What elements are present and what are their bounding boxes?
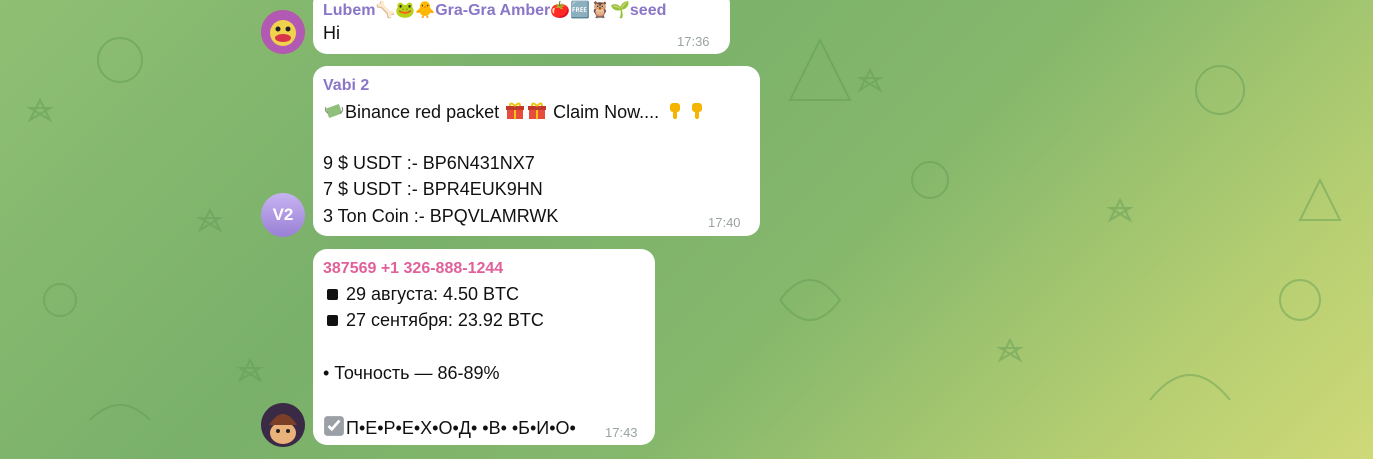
message-bubble[interactable]: Lubem🦴🐸🐥Gra-Gra Amber🍅🆓🦉🌱seed Hi 17:36 [313, 0, 730, 54]
monkey-avatar-icon [261, 10, 305, 54]
message-text-line: 3 Ton Coin :- BPQVLAMRWK [323, 206, 559, 226]
message-text-line: П•Е•Р•Е•Х•О•Д• •В• •Б•И•О• [323, 415, 576, 439]
gift-icon [506, 102, 525, 119]
message-bubble[interactable]: Vabi 2 Binance red packet Claim Now.... … [313, 66, 760, 236]
message-text-line: 9 $ USDT :- BP6N431NX7 [323, 153, 535, 173]
message-time: 17:43 [605, 425, 638, 440]
cartoon-avatar-icon [261, 403, 305, 447]
message-text-line: 29 августа: 4.50 BTC [323, 284, 519, 305]
black-square-icon [327, 314, 338, 326]
avatar[interactable] [261, 10, 305, 54]
gift-icon [528, 102, 547, 119]
check-box-icon [324, 416, 344, 436]
money-wings-icon [324, 104, 344, 118]
message-text-line: • Точность — 86-89% [323, 363, 500, 383]
avatar[interactable] [261, 403, 305, 447]
sender-name[interactable]: Lubem🦴🐸🐥Gra-Gra Amber🍅🆓🦉🌱seed [323, 0, 666, 20]
black-square-icon [327, 288, 338, 300]
message-bubble[interactable]: 387569 +1 326-888-1244 29 августа: 4.50 … [313, 249, 655, 445]
message-time: 17:40 [708, 215, 741, 230]
message-time: 17:36 [677, 34, 710, 49]
point-down-icon [692, 103, 703, 119]
avatar-initials: V2 [272, 205, 294, 224]
message-text-line: 7 $ USDT :- BPR4EUK9HN [323, 179, 543, 199]
message-text-line: 27 сентября: 23.92 BTC [323, 310, 544, 331]
avatar[interactable]: V2 [261, 193, 305, 237]
message-text-line: Binance red packet Claim Now.... [323, 101, 708, 123]
sender-name[interactable]: Vabi 2 [323, 77, 369, 95]
sender-name[interactable]: 387569 +1 326-888-1244 [323, 260, 503, 278]
message-text: Hi [323, 23, 340, 43]
point-down-icon [670, 103, 681, 119]
